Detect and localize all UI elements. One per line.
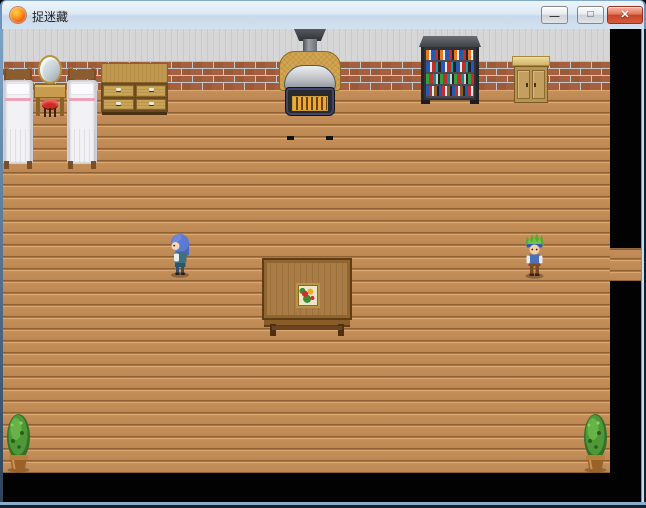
stove-grate (292, 96, 328, 111)
dresser (101, 63, 168, 115)
drawer-handle (148, 88, 154, 91)
minimize-icon: — (549, 11, 560, 22)
bed-headboard (70, 70, 94, 79)
blue-haired-girl-sprite (171, 234, 189, 278)
bed-pink-stripe (69, 98, 95, 101)
drawer (103, 85, 134, 97)
bed-foot (27, 161, 32, 169)
drawer-handle (148, 101, 154, 105)
bed-left (3, 67, 33, 169)
dresser-drawers (101, 83, 168, 112)
bed-blanket (5, 129, 31, 162)
drawer-handle (116, 88, 122, 91)
stove-firebox (285, 87, 335, 116)
bed-foot (68, 161, 73, 169)
drawer-handle (116, 101, 122, 105)
drawer (103, 98, 134, 110)
maximize-icon: □ (587, 9, 594, 20)
bed-right (67, 67, 97, 169)
small-cabinet (512, 56, 550, 103)
game-window: 捉迷藏 — □ ✕ (0, 0, 646, 508)
game-viewport[interactable] (3, 29, 641, 502)
maximize-button[interactable]: □ (577, 6, 604, 24)
book-row (426, 86, 474, 96)
bed-blanket (69, 129, 95, 162)
bed-headboard (6, 70, 30, 79)
titlebar[interactable]: 捉迷藏 — □ ✕ (0, 0, 646, 29)
cabinet-door (517, 70, 530, 99)
wood-stove (279, 29, 341, 140)
cabinet-top (512, 56, 550, 66)
bed-mattress (3, 80, 33, 164)
close-icon: ✕ (620, 9, 630, 21)
potted-plant-right (581, 411, 610, 473)
doorway-corridor (610, 248, 641, 281)
bed-mattress (67, 80, 97, 164)
vanity (34, 55, 66, 118)
potted-plant-left (4, 411, 33, 473)
window-border-right (641, 29, 646, 508)
bookshelf-foot (470, 100, 479, 104)
door-handle (534, 83, 536, 87)
bed-pillow (6, 83, 30, 95)
minimize-button[interactable]: — (541, 6, 568, 24)
bed-pink-stripe (5, 98, 31, 101)
potted-plant-sprite (7, 414, 30, 473)
window-border-bottom (0, 502, 646, 508)
mirror (38, 55, 62, 84)
drawer (135, 85, 166, 97)
character-green-haired-boy (521, 232, 548, 279)
bookshelf-body (421, 47, 479, 100)
book-row (426, 62, 474, 72)
book-row (426, 50, 474, 60)
bed-pillow (70, 83, 94, 95)
dresser-top-panel (101, 63, 168, 83)
bookshelf-top (419, 36, 481, 47)
center-table (262, 258, 352, 336)
window-border-left (0, 29, 3, 508)
dresser-base (102, 112, 167, 115)
bed-foot (4, 161, 9, 169)
cabinet-body (514, 66, 548, 103)
vanity-leg (36, 98, 40, 116)
door-handle (526, 83, 528, 87)
cabinet-door (532, 70, 545, 99)
potted-plant-sprite (584, 414, 607, 473)
table-rail (272, 326, 342, 330)
app-icon (10, 7, 26, 23)
stool-legs (44, 108, 56, 117)
green-haired-boy-sprite (525, 233, 544, 279)
close-button[interactable]: ✕ (607, 6, 643, 24)
book-row (426, 74, 474, 84)
bookshelf (419, 36, 481, 104)
vanity-desk (34, 84, 66, 98)
bed-foot (91, 161, 96, 169)
character-blue-haired-girl (167, 232, 194, 278)
stove-foot (326, 136, 333, 140)
stove-foot (287, 136, 294, 140)
drawer (135, 98, 166, 110)
bookshelf-foot (421, 100, 430, 104)
vanity-leg (60, 98, 64, 116)
framed-flower-picture (296, 283, 320, 308)
window-title: 捉迷藏 (32, 10, 69, 24)
